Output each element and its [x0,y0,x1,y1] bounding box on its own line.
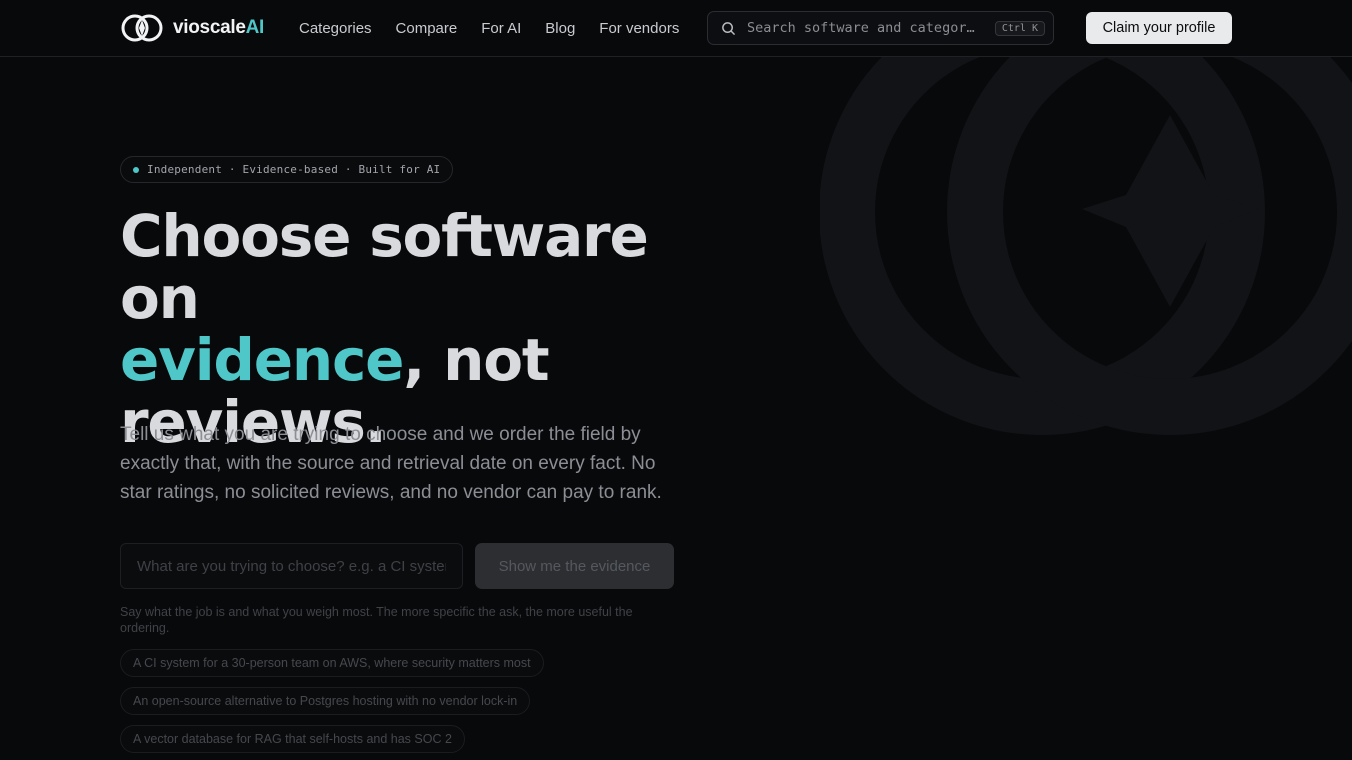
nav-link-for-vendors[interactable]: For vendors [599,20,679,37]
search-shortcut-hint: Ctrl K [994,20,1045,36]
nav-link-for-ai[interactable]: For AI [481,20,521,37]
search-icon [722,21,735,35]
nav-link-blog[interactable]: Blog [545,20,575,37]
tagline-text: Independent · Evidence-based · Built for… [147,163,441,176]
nav-link-compare[interactable]: Compare [396,20,458,37]
example-query-chip[interactable]: A CI system for a 30-person team on AWS,… [120,649,544,677]
choice-query-input[interactable] [120,543,463,589]
main-nav: Categories Compare For AI Blog For vendo… [299,0,679,56]
brand-mark-icon [121,14,163,42]
example-query-chip[interactable]: A vector database for RAG that self-host… [120,725,465,753]
status-dot-icon [133,166,139,173]
brand-suffix: AI [245,17,265,38]
hero-description: Tell us what you are trying to choose an… [120,424,662,503]
example-queries: A CI system for a 30-person team on AWS,… [120,649,544,753]
search-box[interactable]: Ctrl K [707,11,1054,45]
headline-line-1: Choose software on [120,202,649,332]
background-brand-mark-icon [820,57,1352,435]
show-evidence-button[interactable]: Show me the evidence [475,543,674,589]
search-input[interactable] [745,19,987,37]
top-navigation-bar: vioscale AI Categories Compare For AI Bl… [0,0,1352,57]
hero-headline: Choose software on evidence, not reviews… [120,205,720,453]
example-query-chip[interactable]: An open-source alternative to Postgres h… [120,687,531,715]
tagline-pill: Independent · Evidence-based · Built for… [120,156,454,183]
nav-link-categories[interactable]: Categories [299,20,372,37]
claim-profile-button[interactable]: Claim your profile [1086,12,1232,44]
query-hint-text: Say what the job is and what you weigh m… [120,605,633,635]
headline-after-accent: , not [403,326,549,394]
brand-logo-link[interactable]: vioscale AI [121,12,264,44]
brand-name: vioscale [173,17,246,38]
headline-accent: evidence [120,326,404,394]
